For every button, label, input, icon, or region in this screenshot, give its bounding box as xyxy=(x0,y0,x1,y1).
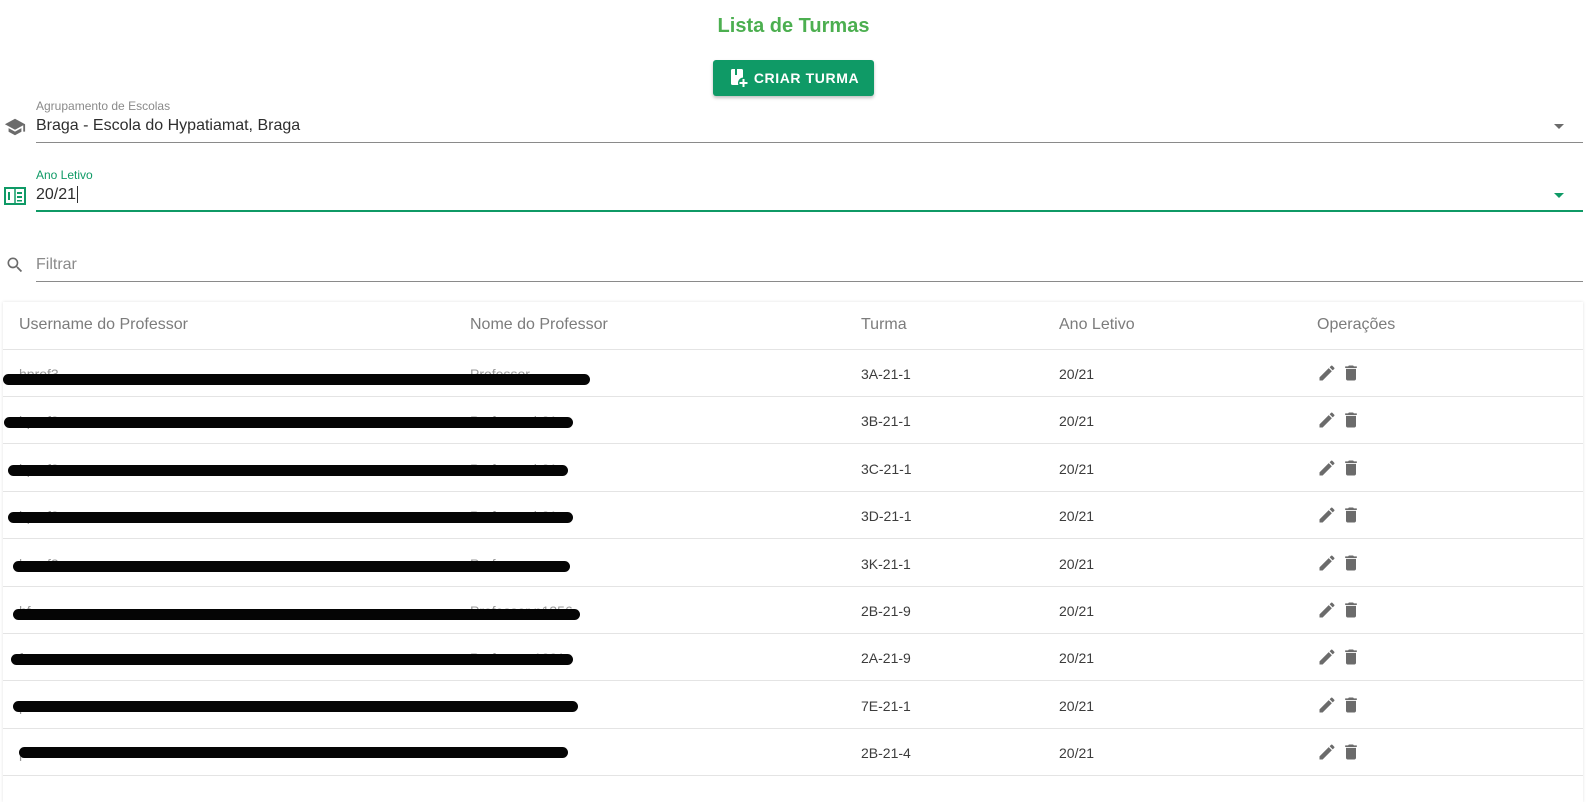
redaction-mark xyxy=(4,417,573,429)
school-year-cell: 20/21 xyxy=(1059,697,1095,714)
row-operations xyxy=(1317,505,1361,525)
trash-icon[interactable] xyxy=(1341,695,1361,715)
trash-icon[interactable] xyxy=(1341,742,1361,762)
school-year-value: 20/21 xyxy=(36,186,77,203)
class-cell: 7E-21-1 xyxy=(861,697,911,714)
school-year-cell: 20/21 xyxy=(1059,413,1095,430)
pencil-icon[interactable] xyxy=(1317,458,1337,478)
search-input[interactable] xyxy=(36,254,1583,276)
school-year-select[interactable]: Ano Letivo 20/21 xyxy=(0,165,1587,215)
row-operations xyxy=(1317,363,1361,383)
chevron-down-icon[interactable] xyxy=(1554,193,1564,198)
school-year-cell: 20/21 xyxy=(1059,555,1095,572)
text-caret xyxy=(77,186,79,204)
row-operations xyxy=(1317,647,1361,667)
create-class-button[interactable]: CRIAR TURMA xyxy=(713,60,874,96)
classes-table: Username do Professor Nome do Professor … xyxy=(3,302,1583,802)
school-group-label: Agrupamento de Escolas xyxy=(36,99,171,113)
table-row: hprof3Professor3A-21-120/21 xyxy=(3,350,1583,397)
school-year-cell: 20/21 xyxy=(1059,460,1095,477)
class-cell: 3C-21-1 xyxy=(861,460,912,477)
trash-icon[interactable] xyxy=(1341,647,1361,667)
table-row: formacaoProfessor 10012A-21-920/21 xyxy=(3,634,1583,682)
class-cell: 3K-21-1 xyxy=(861,555,911,572)
row-operations xyxy=(1317,600,1361,620)
pencil-icon[interactable] xyxy=(1317,695,1337,715)
redaction-mark xyxy=(13,609,580,620)
table-row: hprof2Professor h213C-21-120/21 xyxy=(3,445,1583,492)
school-year-cell: 20/21 xyxy=(1059,745,1095,762)
school-group-underline xyxy=(36,142,1583,143)
table-row: hprof2Professor h213D-21-120/21 xyxy=(3,492,1583,540)
chevron-down-icon[interactable] xyxy=(1554,124,1564,129)
trash-icon[interactable] xyxy=(1341,410,1361,430)
class-cell: 2B-21-4 xyxy=(861,745,911,762)
redaction-mark xyxy=(13,560,570,572)
redaction-mark xyxy=(3,374,590,385)
redaction-mark xyxy=(8,464,568,476)
table-row: hfProfessor p13562B-21-920/21 xyxy=(3,587,1583,634)
trash-icon[interactable] xyxy=(1341,458,1361,478)
trash-icon[interactable] xyxy=(1341,600,1361,620)
table-row: hprof3Professor h213B-21-120/21 xyxy=(3,397,1583,445)
school-year-cell: 20/21 xyxy=(1059,366,1095,382)
redaction-mark xyxy=(11,654,573,666)
pencil-icon[interactable] xyxy=(1317,600,1337,620)
pencil-icon[interactable] xyxy=(1317,505,1337,525)
class-cell: 2B-21-9 xyxy=(861,603,911,619)
column-header-username[interactable]: Username do Professor xyxy=(19,316,188,334)
row-operations xyxy=(1317,742,1361,762)
school-year-cell: 20/21 xyxy=(1059,650,1095,667)
school-group-select[interactable]: Agrupamento de Escolas Braga - Escola do… xyxy=(0,96,1587,146)
redaction-mark xyxy=(13,700,578,712)
table-row: profProfessor h1317E-21-120/21 xyxy=(3,682,1583,729)
class-cell: 3D-21-1 xyxy=(861,508,912,525)
calendar-icon xyxy=(4,187,26,205)
school-year-underline xyxy=(36,210,1583,212)
row-operations xyxy=(1317,458,1361,478)
row-operations xyxy=(1317,553,1361,573)
column-header-operations: Operações xyxy=(1317,316,1396,333)
table-row: hprof2Professor3K-21-120/21 xyxy=(3,540,1583,587)
column-header-school-year[interactable]: Ano Letivo xyxy=(1059,316,1135,334)
school-group-value[interactable]: Braga - Escola do Hypatiamat, Braga xyxy=(36,117,300,135)
trash-icon[interactable] xyxy=(1341,363,1361,383)
search-icon xyxy=(7,257,23,273)
page-title: Lista de Turmas xyxy=(717,15,870,37)
add-class-icon xyxy=(730,69,749,89)
table-header: Username do Professor Nome do Professor … xyxy=(3,302,1583,350)
create-class-label: CRIAR TURMA xyxy=(753,70,860,86)
search-underline xyxy=(36,281,1583,282)
pencil-icon[interactable] xyxy=(1317,742,1337,762)
school-icon xyxy=(4,118,26,136)
class-cell: 2A-21-9 xyxy=(861,650,911,667)
row-operations xyxy=(1317,695,1361,715)
pencil-icon[interactable] xyxy=(1317,410,1337,430)
redaction-mark xyxy=(8,512,573,524)
class-cell: 3B-21-1 xyxy=(861,413,911,430)
column-header-class[interactable]: Turma xyxy=(861,316,907,334)
pencil-icon[interactable] xyxy=(1317,363,1337,383)
class-cell: 3A-21-1 xyxy=(861,366,911,382)
redaction-mark xyxy=(19,747,568,759)
trash-icon[interactable] xyxy=(1341,553,1361,573)
column-header-teacher-name[interactable]: Nome do Professor xyxy=(470,316,608,334)
school-year-value-wrap[interactable]: 20/21 xyxy=(36,186,79,204)
school-year-label: Ano Letivo xyxy=(36,168,93,182)
pencil-icon[interactable] xyxy=(1317,553,1337,573)
trash-icon[interactable] xyxy=(1341,505,1361,525)
school-year-cell: 20/21 xyxy=(1059,508,1095,525)
row-operations xyxy=(1317,410,1361,430)
table-row: profProfessor h202B-21-420/21 xyxy=(3,729,1583,777)
pencil-icon[interactable] xyxy=(1317,647,1337,667)
school-year-cell: 20/21 xyxy=(1059,603,1095,619)
